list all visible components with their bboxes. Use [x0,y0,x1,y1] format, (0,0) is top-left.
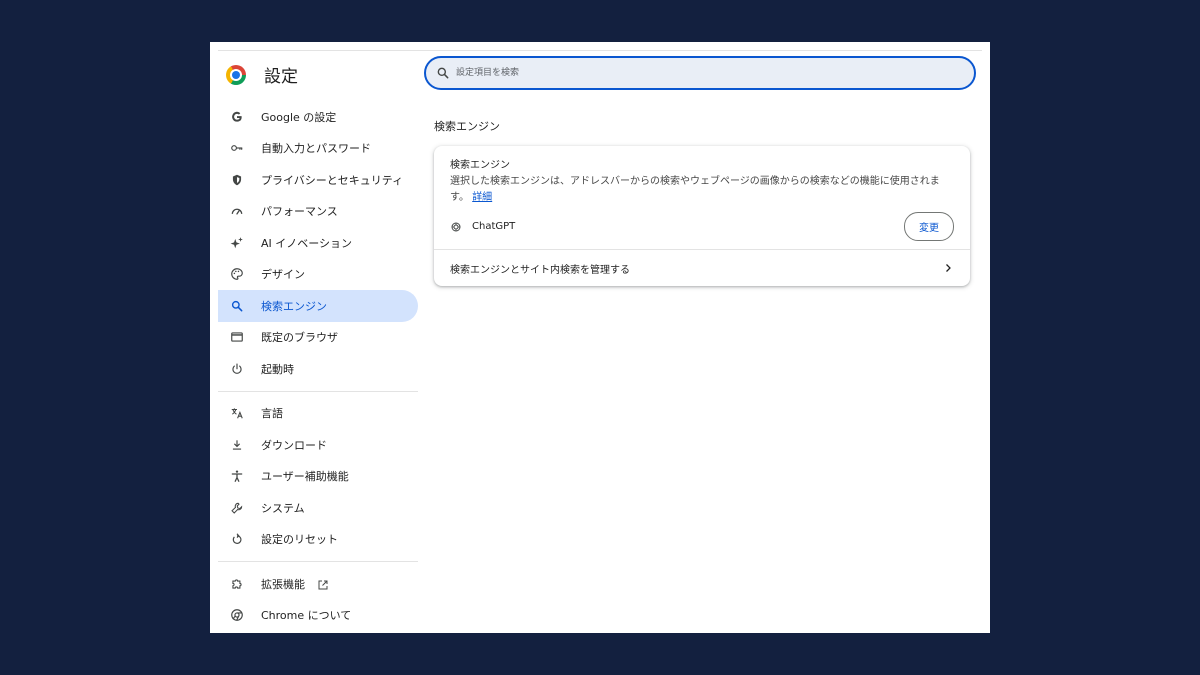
chrome-icon [230,608,244,622]
current-engine-row: ChatGPT 変更 [450,212,954,241]
sidebar-item-design[interactable]: デザイン [218,259,418,291]
download-icon [230,438,244,452]
chevron-right-icon [942,262,954,274]
sidebar-item-label: システム [261,501,305,515]
sidebar-item-label: Chrome について [261,609,352,623]
sidebar-item-label: ユーザー補助機能 [261,470,349,484]
sidebar-item-label: 起動時 [261,362,294,376]
sidebar-item-autofill[interactable]: 自動入力とパスワード [218,133,418,165]
puzzle-icon [230,577,244,591]
card-heading: 検索エンジン [450,160,510,171]
key-icon [230,141,244,155]
sidebar: Google の設定 自動入力とパスワード プライバシーとセキュリティ パフォー… [218,101,418,631]
chatgpt-icon [450,221,462,233]
sidebar-item-default-browser[interactable]: 既定のブラウザ [218,322,418,354]
sidebar-item-label: パフォーマンス [261,205,338,219]
card-description: 選択した検索エンジンは、アドレスバーからの検索やウェブページの画像からの検索など… [450,174,954,206]
sidebar-item-performance[interactable]: パフォーマンス [218,196,418,228]
sidebar-item-ai-innovation[interactable]: AI イノベーション [218,227,418,259]
sidebar-item-label: 既定のブラウザ [261,331,338,345]
sidebar-item-label: Google の設定 [261,110,337,124]
search-input[interactable] [454,67,938,79]
sidebar-divider [218,390,418,392]
sidebar-item-label: 設定のリセット [261,533,338,547]
engine-name: ChatGPT [472,221,516,232]
current-engine: ChatGPT [450,221,515,233]
brand: 設定 [226,62,298,87]
sidebar-item-extensions[interactable]: 拡張機能 [218,568,418,600]
palette-icon [230,267,244,281]
chrome-logo-icon [226,64,246,85]
power-icon [230,362,244,376]
sidebar-item-reset[interactable]: 設定のリセット [218,524,418,556]
accessibility-icon [230,469,244,483]
change-button[interactable]: 変更 [904,212,954,241]
sidebar-item-label: デザイン [261,268,305,282]
search-engine-card: 検索エンジン 選択した検索エンジンは、アドレスバーからの検索やウェブページの画像… [434,146,970,286]
sidebar-item-label: 自動入力とパスワード [261,142,371,156]
top-divider [218,50,982,51]
manage-label: 検索エンジンとサイト内検索を管理する [450,264,630,276]
sidebar-item-label: 拡張機能 [261,577,305,591]
sidebar-item-label: プライバシーとセキュリティ [261,173,404,187]
sparkle-icon [230,236,244,250]
search-icon [436,66,450,80]
card-body: 検索エンジン 選択した検索エンジンは、アドレスバーからの検索やウェブページの画像… [434,146,970,249]
browser-window-icon [230,330,244,344]
wrench-icon [230,501,244,515]
main-content: 検索エンジン 検索エンジン 選択した検索エンジンは、アドレスバーからの検索やウェ… [434,118,970,286]
description-text: 選択した検索エンジンは、アドレスバーからの検索やウェブページの画像からの検索など… [450,176,940,203]
shield-icon [230,173,244,187]
sidebar-item-label: 言語 [261,407,283,421]
sidebar-item-search-engine[interactable]: 検索エンジン [218,290,418,322]
sidebar-item-languages[interactable]: 言語 [218,398,418,430]
sidebar-item-privacy[interactable]: プライバシーとセキュリティ [218,164,418,196]
learn-more-link[interactable]: 詳細 [472,192,492,203]
translate-icon [230,406,244,420]
sidebar-item-downloads[interactable]: ダウンロード [218,429,418,461]
sidebar-item-label: ダウンロード [261,438,327,452]
google-icon [230,110,244,124]
page-title: 設定 [264,67,298,87]
sidebar-item-google[interactable]: Google の設定 [218,101,418,133]
sidebar-item-about-chrome[interactable]: Chrome について [218,600,418,632]
reset-icon [230,532,244,546]
search-box[interactable] [424,56,976,90]
search-icon [230,299,244,313]
sidebar-item-accessibility[interactable]: ユーザー補助機能 [218,461,418,493]
external-link-icon [317,578,329,590]
settings-window: 設定 Google の設定 自動入力とパスワード プライバシーとセキュリティ [210,42,990,633]
sidebar-item-label: AI イノベーション [261,236,353,250]
sidebar-item-system[interactable]: システム [218,492,418,524]
speedometer-icon [230,204,244,218]
sidebar-item-startup[interactable]: 起動時 [218,353,418,385]
section-title: 検索エンジン [434,120,500,133]
manage-search-engines-row[interactable]: 検索エンジンとサイト内検索を管理する [434,250,970,286]
sidebar-divider [218,561,418,562]
sidebar-item-label: 検索エンジン [261,299,327,313]
